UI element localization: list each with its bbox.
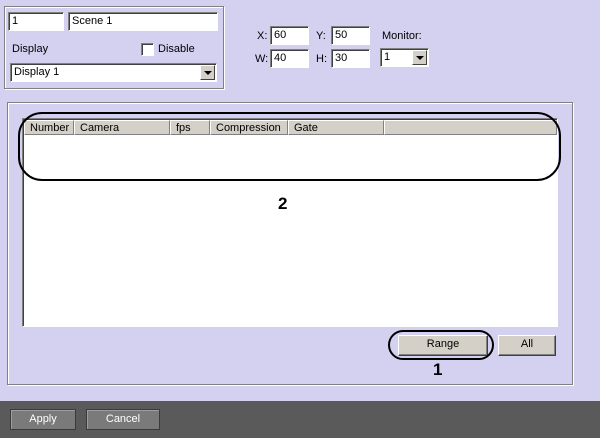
chevron-down-icon[interactable] [200, 65, 215, 80]
apply-button[interactable]: Apply [10, 409, 76, 430]
chevron-down-icon[interactable] [412, 50, 427, 65]
w-label: W: [255, 53, 269, 65]
monitor-select-value: 1 [384, 51, 391, 63]
callout-1-number: 1 [433, 360, 443, 379]
y-label: Y: [316, 30, 326, 42]
all-button[interactable]: All [498, 335, 556, 356]
scene-name-field[interactable]: Scene 1 [68, 12, 218, 31]
h-field[interactable]: 30 [331, 49, 370, 68]
x-label: X: [257, 30, 268, 42]
disable-label: Disable [158, 43, 195, 55]
display-select[interactable]: Display 1 [10, 63, 217, 82]
h-label: H: [316, 53, 327, 65]
callout-1-outline [388, 330, 494, 360]
x-field[interactable]: 60 [270, 26, 309, 45]
callout-2-outline [18, 112, 561, 181]
display-label: Display [12, 43, 49, 55]
callout-2-number: 2 [278, 194, 288, 213]
y-field[interactable]: 50 [331, 26, 370, 45]
disable-checkbox[interactable] [141, 43, 154, 56]
monitor-label: Monitor: [382, 30, 422, 42]
monitor-select[interactable]: 1 [380, 48, 429, 67]
cancel-button[interactable]: Cancel [86, 409, 160, 430]
display-select-value: Display 1 [14, 66, 60, 78]
scene-id-field[interactable]: 1 [8, 12, 64, 31]
w-field[interactable]: 40 [270, 49, 309, 68]
